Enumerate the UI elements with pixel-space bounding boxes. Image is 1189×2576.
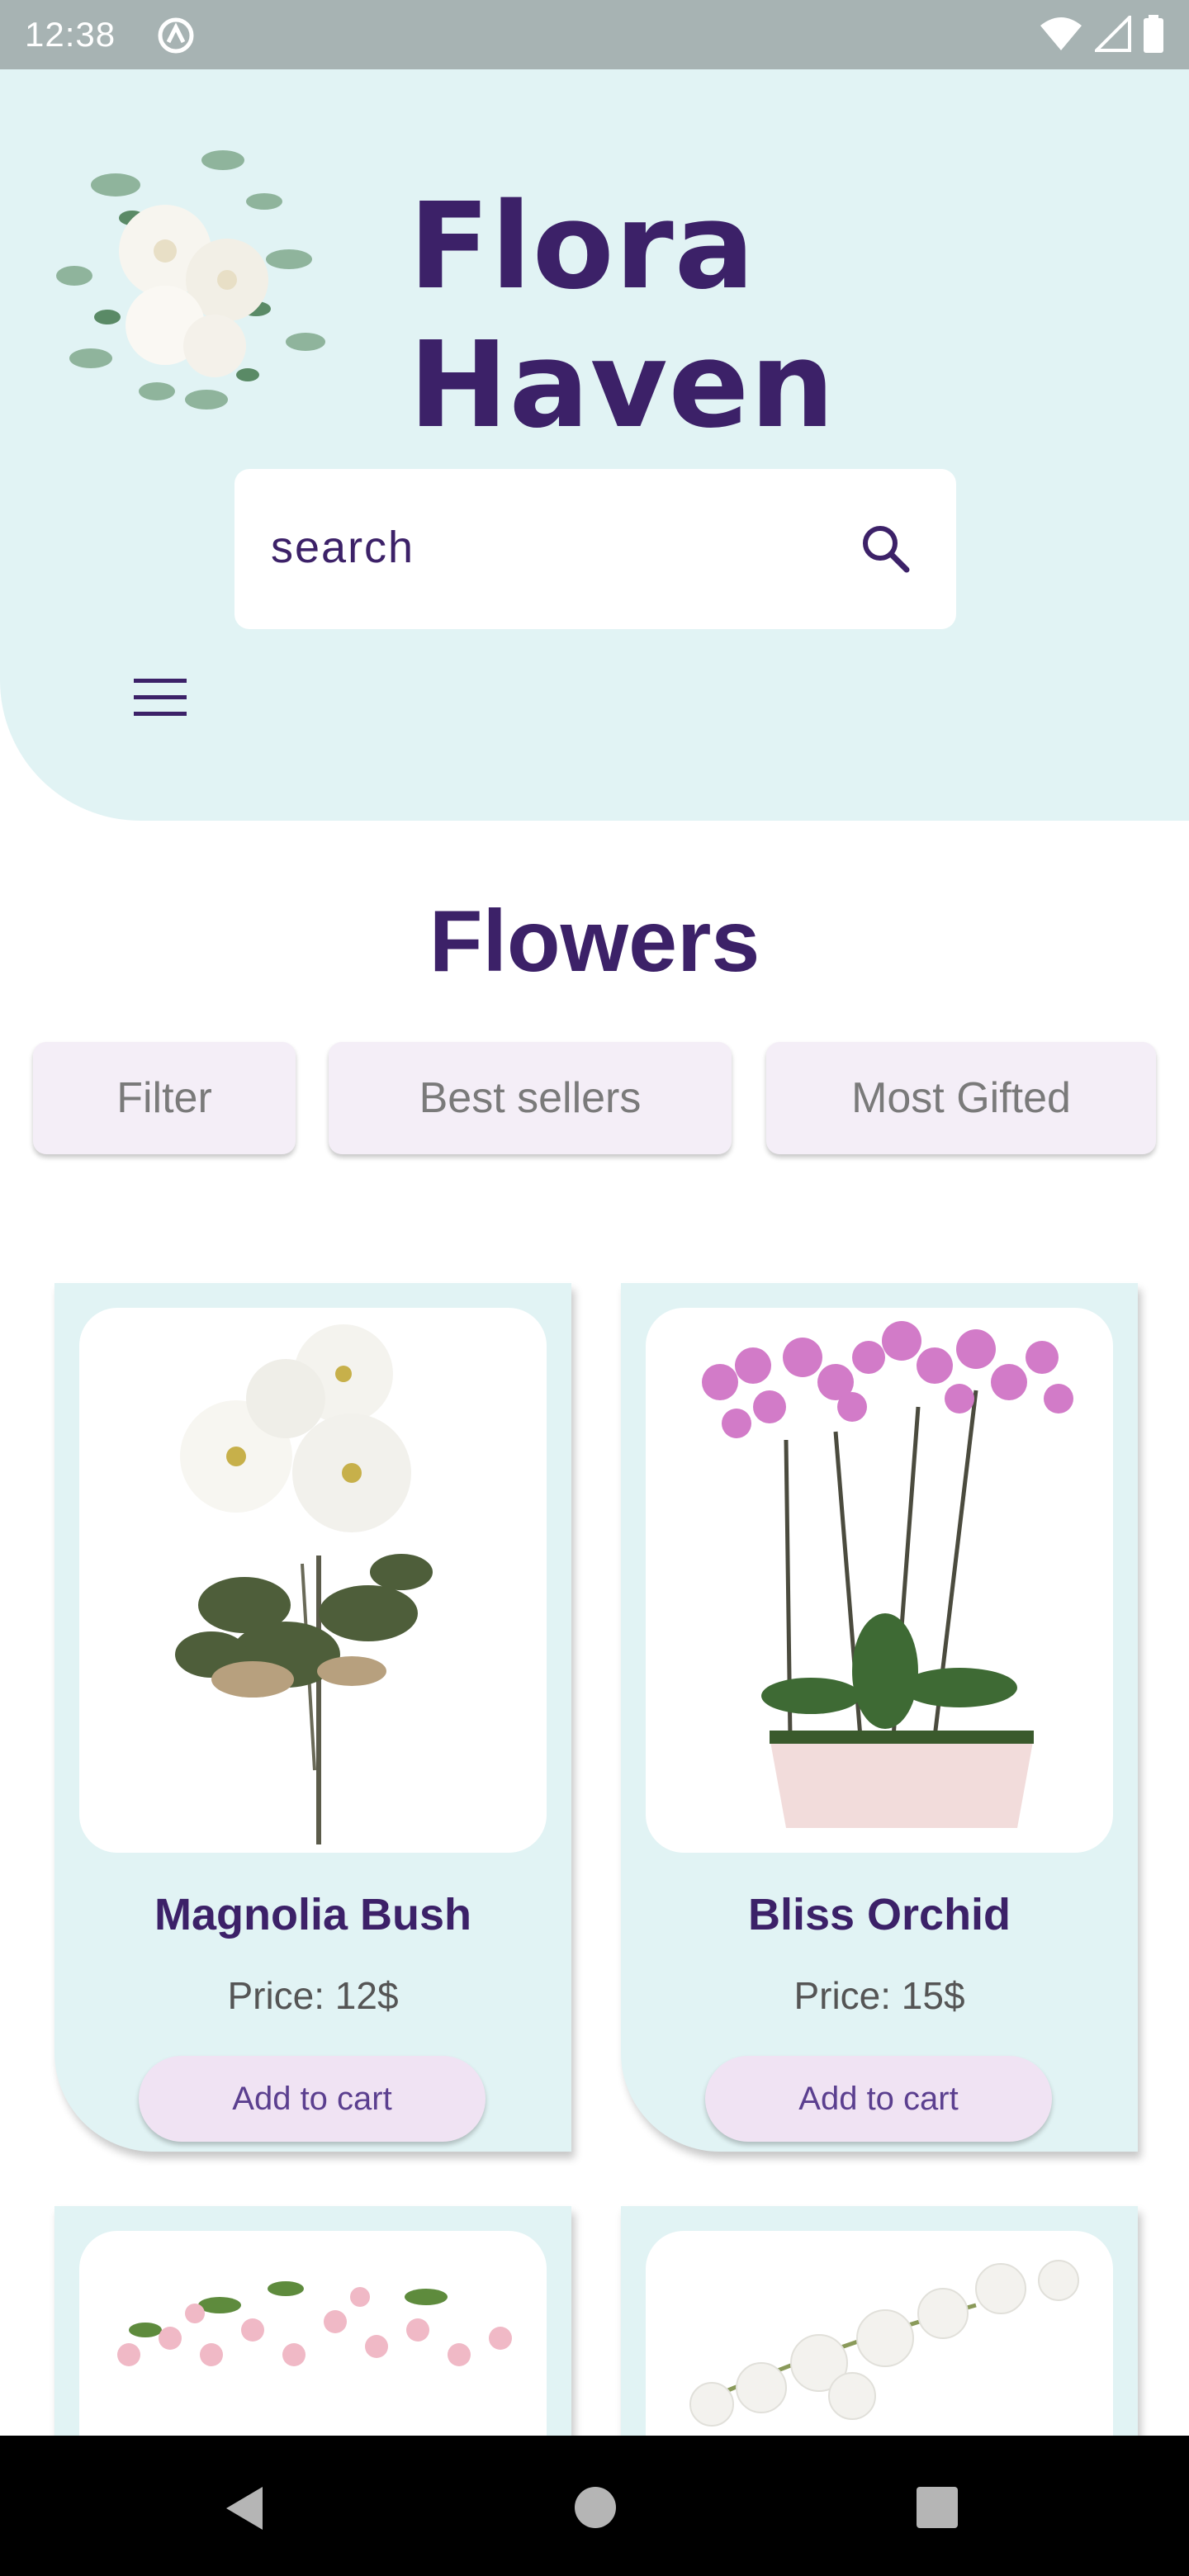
filter-chip[interactable]: Filter — [33, 1042, 296, 1154]
product-price: Price: 12$ — [227, 1974, 399, 2017]
page-title: Flowers — [429, 893, 760, 990]
wifi-icon — [1039, 16, 1083, 56]
brand-title: Flora Haven — [409, 177, 836, 454]
add-to-cart-button[interactable]: Add to cart — [705, 2056, 1052, 2142]
product-card[interactable]: Bliss Orchid Price: 15$ Add to cart — [621, 1283, 1138, 2152]
product-name: Bliss Orchid — [747, 1890, 1011, 1939]
search-bar[interactable]: search — [234, 469, 956, 629]
home-icon[interactable] — [573, 2485, 618, 2534]
add-to-cart-button[interactable]: Add to cart — [139, 2056, 486, 2142]
most-gifted-chip[interactable]: Most Gifted — [766, 1042, 1156, 1154]
search-input[interactable]: search — [271, 522, 414, 573]
recents-icon[interactable] — [917, 2487, 958, 2532]
back-icon[interactable] — [221, 2484, 268, 2537]
logo-bouquet-image — [41, 127, 347, 441]
product-image-magnolia-bush[interactable] — [79, 1308, 547, 1853]
menu-icon[interactable] — [132, 675, 190, 720]
status-bar: 12:38 — [0, 0, 1189, 69]
signal-icon — [1092, 13, 1131, 56]
product-price: Price: 15$ — [793, 1974, 965, 2017]
best-sellers-chip[interactable]: Best sellers — [329, 1042, 732, 1154]
status-time: 12:38 — [25, 15, 116, 54]
product-image-bliss-orchid[interactable] — [646, 1308, 1113, 1853]
product-card[interactable]: Magnolia Bush Price: 12$ Add to cart — [54, 1283, 571, 2152]
product-name: Magnolia Bush — [154, 1890, 471, 1939]
search-icon[interactable] — [855, 519, 918, 581]
header: Flora Haven search — [0, 69, 1189, 821]
battery-icon — [1143, 15, 1164, 57]
notification-icon — [157, 17, 195, 59]
system-nav-bar — [0, 2436, 1189, 2576]
